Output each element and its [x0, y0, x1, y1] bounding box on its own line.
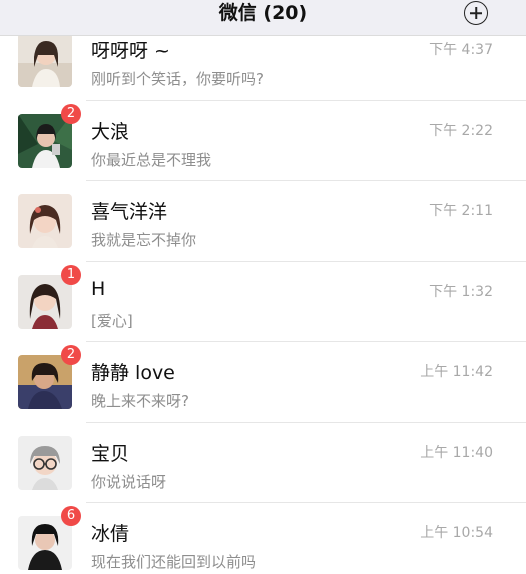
message-preview: 你说说话呀 [91, 472, 167, 491]
contact-name: 喜气洋洋 [91, 201, 168, 223]
chat-list: 呀呀呀 ~ 刚听到个笑话，你要听吗? 下午 4:37 2 大浪 你最近总是不理我… [0, 20, 526, 574]
plus-circle-icon[interactable] [464, 1, 488, 25]
page-title: 微信 (20) [218, 2, 308, 24]
message-preview: 你最近总是不理我 [91, 150, 212, 169]
message-preview: 我就是忘不掉你 [91, 231, 197, 249]
contact-name: 呀呀呀 ~ [91, 40, 170, 62]
avatar [18, 194, 72, 248]
message-time: 上午 11:42 [420, 364, 493, 380]
message-time: 下午 4:37 [429, 42, 493, 58]
chat-row[interactable]: 宝贝 你说说话呀 上午 11:40 [0, 422, 526, 503]
unread-badge: 2 [61, 103, 81, 124]
message-time: 下午 1:32 [429, 283, 493, 300]
avatar [18, 516, 72, 570]
message-time: 上午 11:40 [420, 444, 493, 461]
contact-name: 大浪 [91, 120, 130, 143]
avatar [18, 355, 72, 409]
contact-name: 静静 love [91, 362, 175, 384]
message-time: 下午 2:22 [429, 122, 493, 139]
contact-name: H [91, 277, 106, 300]
chat-row[interactable]: 2 大浪 你最近总是不理我 下午 2:22 [0, 100, 526, 181]
chat-row[interactable]: 2 静静 love 晚上来不来呀? 上午 11:42 [0, 342, 526, 423]
message-preview: 刚听到个笑话，你要听吗? [91, 70, 264, 88]
avatar [18, 33, 72, 87]
contact-name: 宝贝 [91, 442, 130, 465]
chat-row[interactable]: 喜气洋洋 我就是忘不掉你 下午 2:11 [0, 181, 526, 262]
unread-badge: 6 [61, 506, 81, 526]
message-preview: [爱心] [91, 311, 133, 330]
unread-badge: 1 [61, 264, 81, 285]
message-preview: 现在我们还能回到以前吗 [91, 553, 257, 571]
message-time: 下午 2:11 [429, 203, 493, 219]
avatar [18, 435, 72, 490]
top-nav-bar: 微信 (20) [0, 0, 526, 36]
unread-badge: 2 [61, 345, 81, 365]
chat-row[interactable]: 1 H [爱心] 下午 1:32 [0, 261, 526, 342]
message-time: 上午 10:54 [420, 525, 493, 541]
contact-name: 冰倩 [91, 523, 130, 545]
chat-row[interactable]: 6 冰倩 现在我们还能回到以前吗 上午 10:54 [0, 503, 526, 574]
message-preview: 晚上来不来呀? [91, 392, 189, 410]
